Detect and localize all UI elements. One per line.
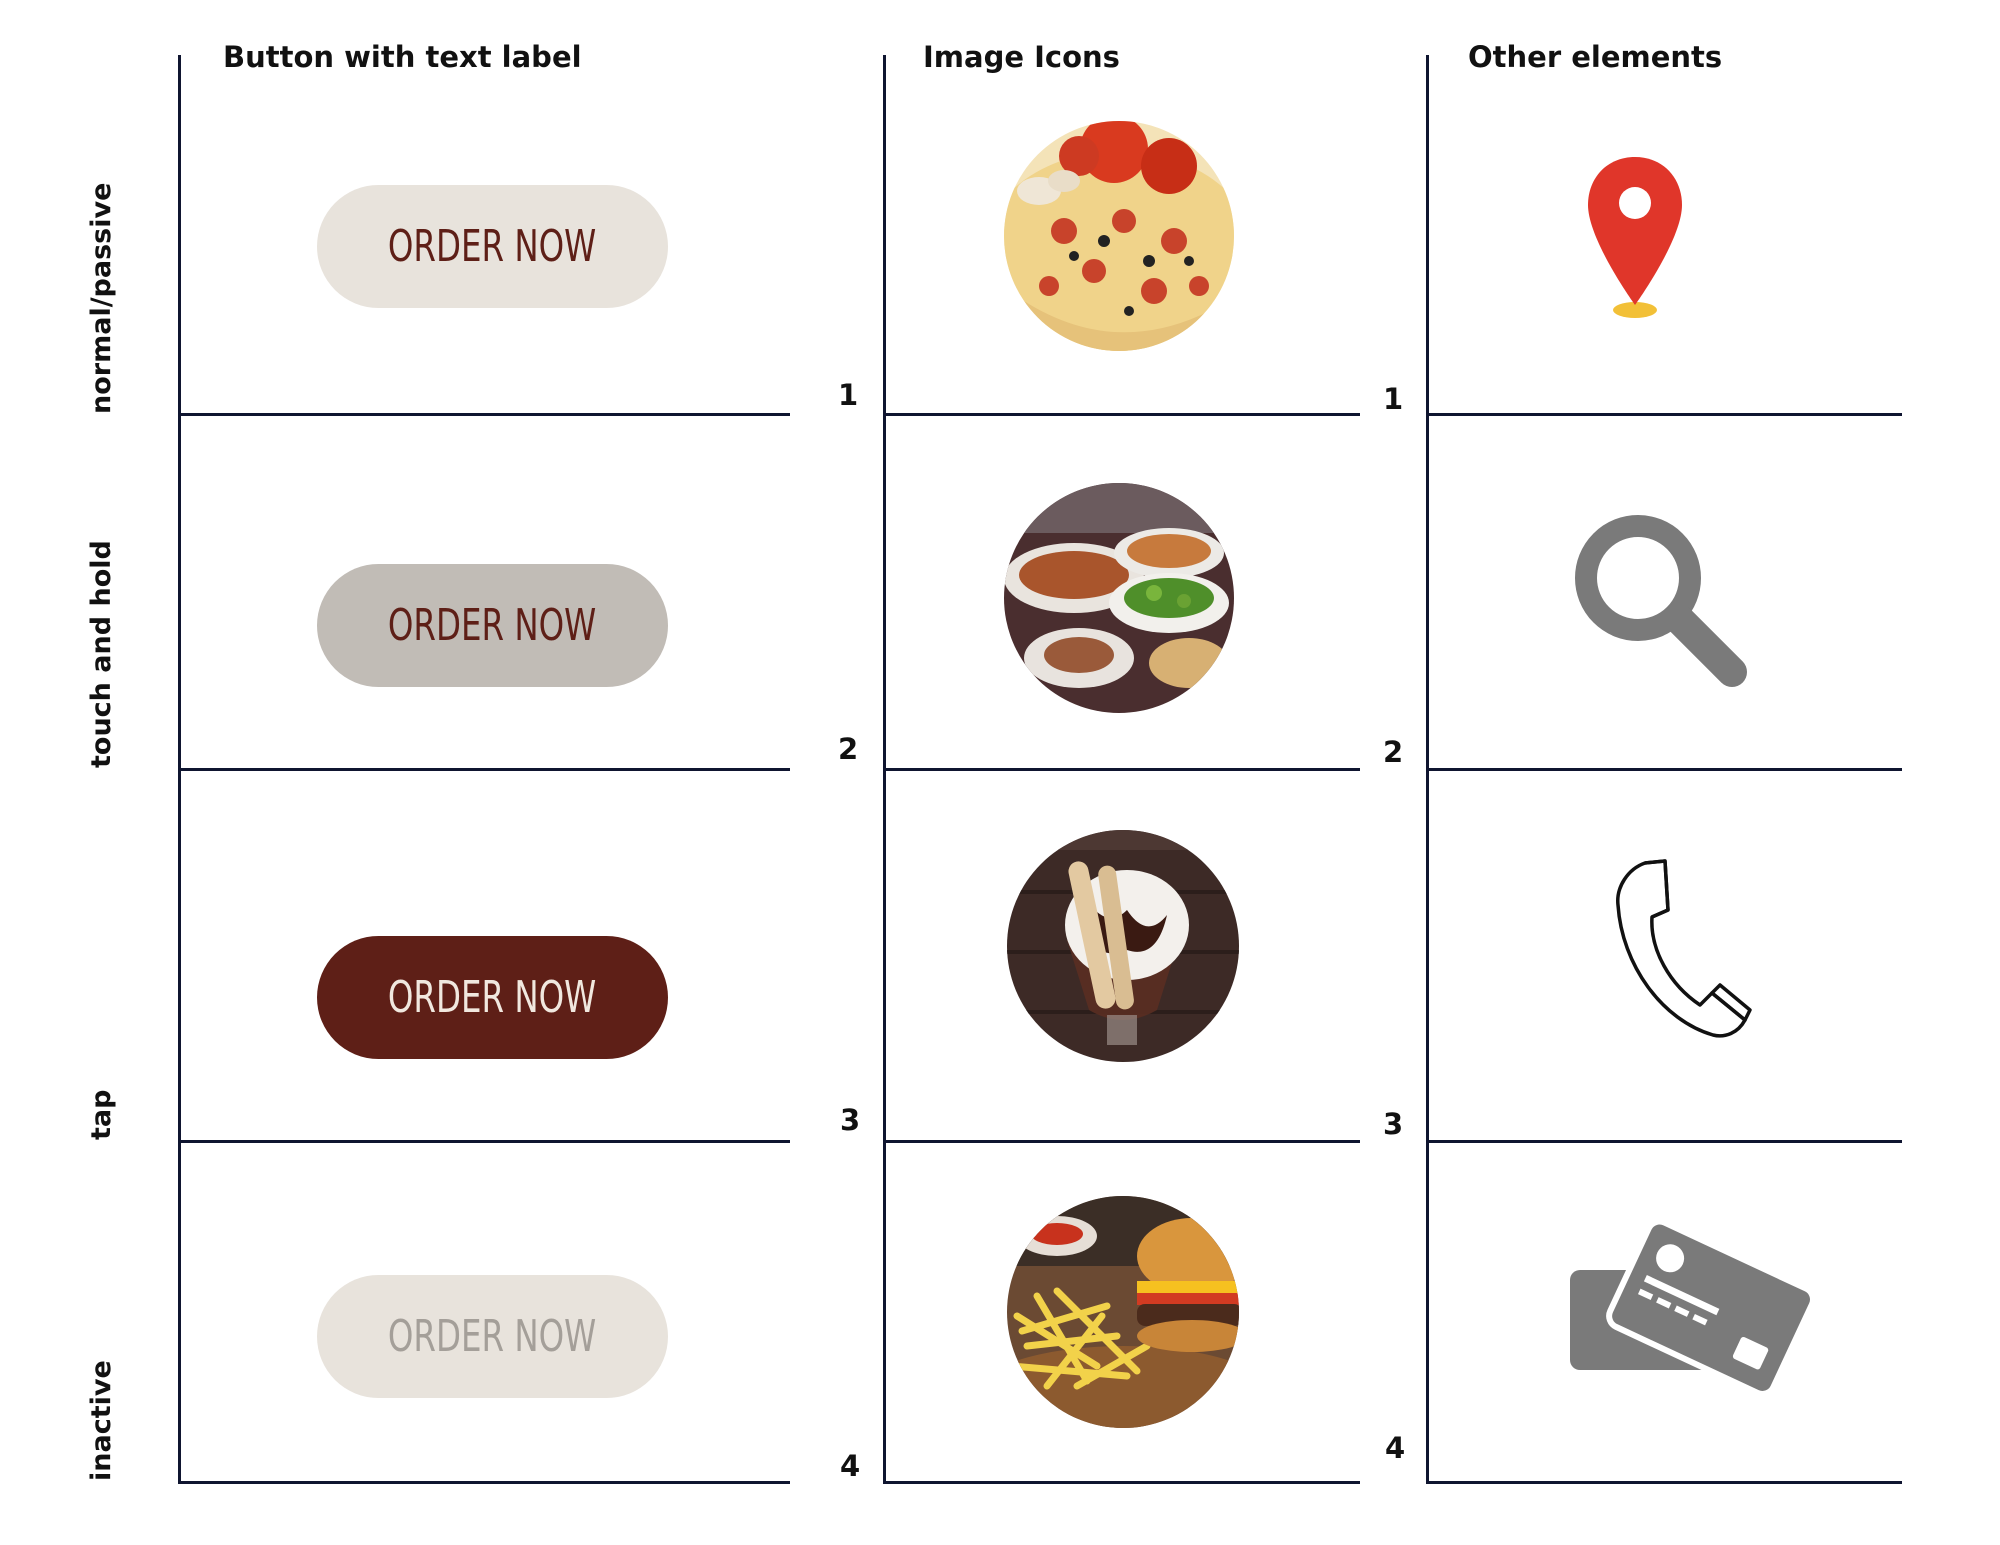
map-pin-icon[interactable] [1585,155,1685,324]
column-header-buttons: Button with text label [223,40,582,74]
row-number-3-other: 3 [1383,1107,1404,1141]
order-now-button-tap[interactable]: ORDER NOW [317,936,668,1059]
row-label-tap: tap [86,1089,117,1140]
row-label-inactive: inactive [86,1360,117,1481]
row-divider-3-images [883,1140,1360,1143]
row-divider-1-buttons [178,413,790,416]
row-label-normal-passive: normal/passive [86,182,117,414]
order-now-label: ORDER NOW [388,221,597,272]
row-divider-4-images [883,1481,1360,1484]
row-divider-4-other [1426,1481,1902,1484]
phone-icon[interactable] [1610,855,1755,1044]
ice-cream-sundae-image[interactable] [1007,830,1239,1062]
row-number-2-other: 2 [1383,735,1404,769]
row-divider-2-other [1426,768,1902,771]
row-number-1-images: 1 [838,378,859,412]
burger-fries-image[interactable] [1007,1196,1239,1428]
row-divider-3-buttons [178,1140,790,1143]
row-label-touch-and-hold: touch and hold [86,540,117,768]
row-number-2-images: 2 [838,732,859,766]
row-divider-3-other [1426,1140,1902,1143]
row-divider-2-images [883,768,1360,771]
search-icon[interactable] [1570,510,1750,694]
pizza-image[interactable] [1004,121,1234,351]
order-now-button-touch-and-hold[interactable]: ORDER NOW [317,564,668,687]
row-number-4-other: 4 [1385,1431,1406,1465]
row-divider-1-images [883,413,1360,416]
order-now-label: ORDER NOW [388,972,597,1023]
row-number-4-images: 4 [840,1449,861,1483]
row-divider-2-buttons [178,768,790,771]
row-number-3-images: 3 [840,1103,861,1137]
order-now-button-inactive: ORDER NOW [317,1275,668,1398]
column-header-image-icons: Image Icons [923,40,1120,74]
food-table-image[interactable] [1004,483,1234,713]
column-header-other-elements: Other elements [1468,40,1723,74]
order-now-label: ORDER NOW [388,1311,597,1362]
order-now-button-normal[interactable]: ORDER NOW [317,185,668,308]
credit-cards-icon[interactable] [1560,1210,1820,1414]
order-now-label: ORDER NOW [388,600,597,651]
row-divider-4-buttons [178,1481,790,1484]
row-divider-1-other [1426,413,1902,416]
row-number-1-other: 1 [1383,382,1404,416]
